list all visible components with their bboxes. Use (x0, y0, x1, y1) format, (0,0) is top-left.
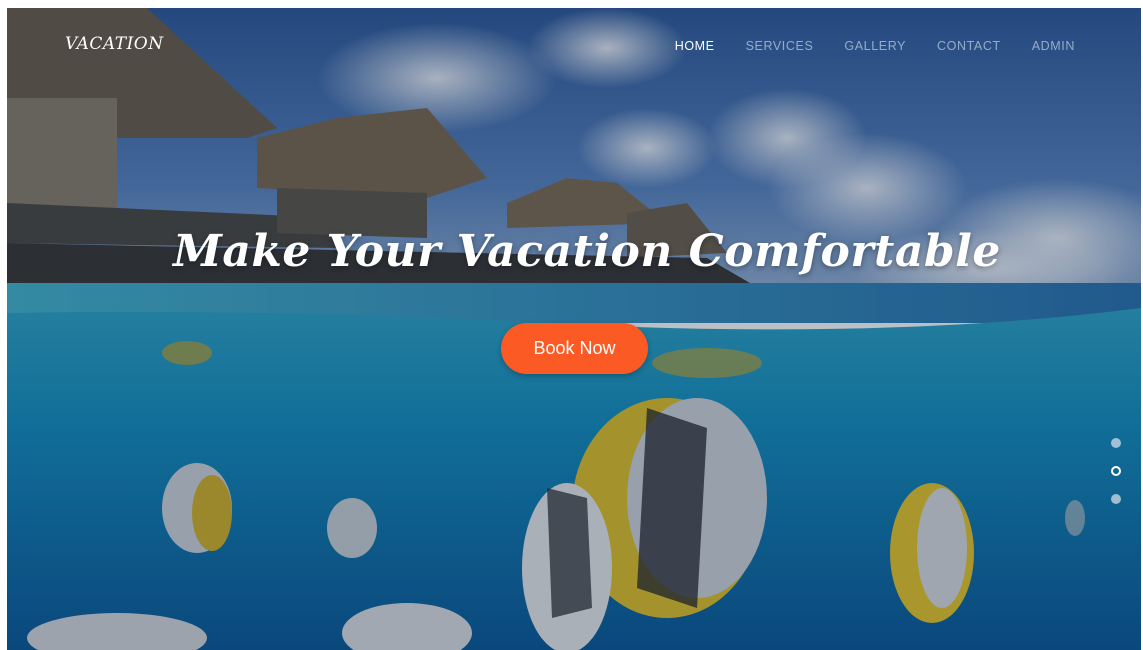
nav-item-gallery[interactable]: GALLERY (844, 39, 906, 53)
book-now-button[interactable]: Book Now (501, 323, 648, 374)
slider-dot-1[interactable] (1111, 438, 1121, 448)
nav-item-home[interactable]: HOME (675, 39, 715, 53)
nav-item-admin[interactable]: ADMIN (1032, 39, 1075, 53)
hero-section: VACATION HOME SERVICES GALLERY CONTACT A… (7, 8, 1141, 650)
brand-logo[interactable]: VACATION (65, 34, 164, 54)
nav-item-services[interactable]: SERVICES (746, 39, 814, 53)
slider-dot-3[interactable] (1111, 494, 1121, 504)
nav-item-contact[interactable]: CONTACT (937, 39, 1001, 53)
hero-headline: Make Your Vacation Comfortable (173, 226, 1001, 277)
main-nav: HOME SERVICES GALLERY CONTACT ADMIN (675, 39, 1075, 53)
slider-pagination (1111, 438, 1123, 522)
slider-dot-2[interactable] (1111, 466, 1121, 476)
